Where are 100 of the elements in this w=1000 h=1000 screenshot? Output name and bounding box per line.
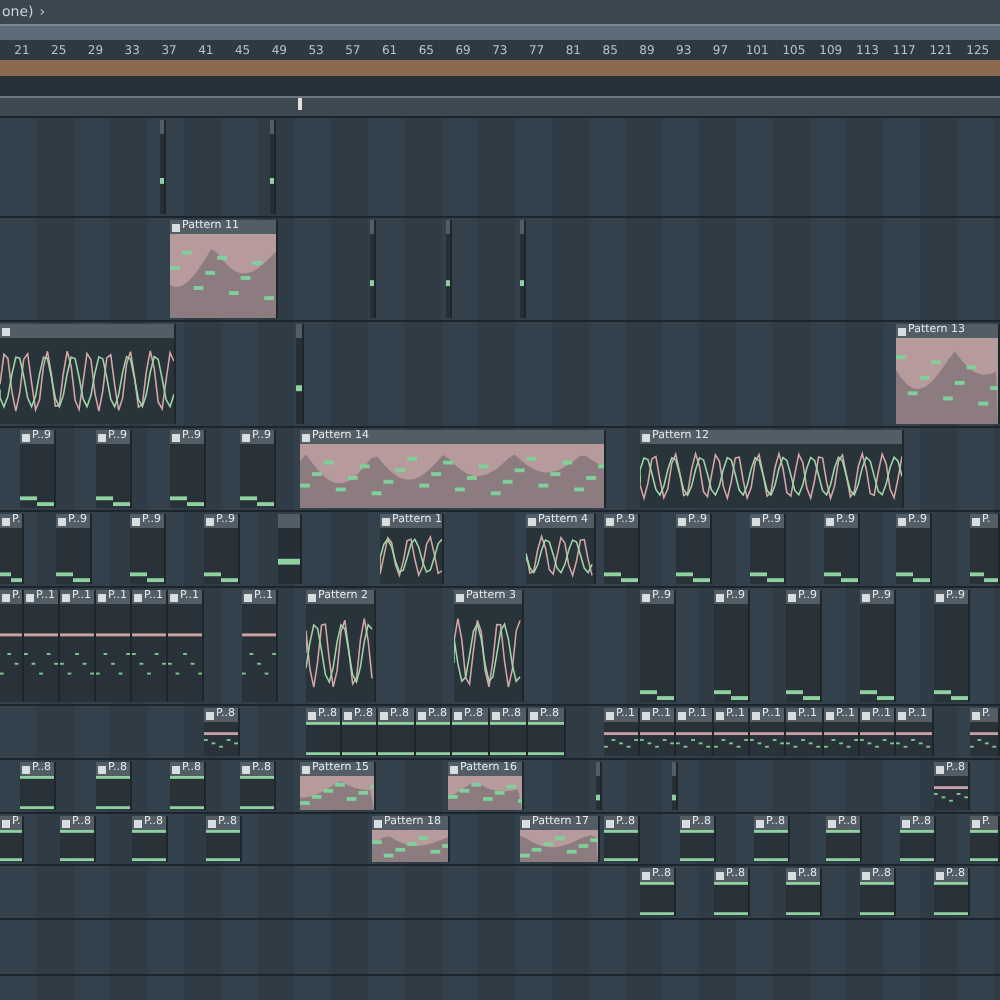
pattern-clip[interactable] (160, 120, 166, 214)
pattern-icon (344, 711, 352, 719)
pattern-icon (716, 711, 724, 719)
note-pattern-drawing (300, 776, 374, 810)
pattern-icon (678, 517, 686, 525)
pattern-icon (642, 711, 650, 719)
pattern-icon (454, 711, 462, 719)
pattern-icon (132, 517, 140, 525)
pattern-icon (972, 711, 980, 719)
pattern-icon (302, 433, 310, 441)
pattern-icon (382, 517, 390, 525)
step-notes-drawing (96, 444, 130, 508)
step-notes-drawing (754, 830, 788, 862)
pattern-icon (606, 517, 614, 525)
pattern-icon (902, 819, 910, 827)
pattern-icon (242, 433, 250, 441)
pattern-icon (898, 327, 906, 335)
pattern-icon (172, 765, 180, 773)
step-notes-drawing (342, 722, 376, 756)
step-notes-drawing (970, 528, 998, 584)
pattern-icon (788, 593, 796, 601)
pattern-icon (642, 593, 650, 601)
pattern-clip[interactable] (520, 220, 526, 318)
step-notes-drawing (60, 830, 94, 862)
pattern-icon (972, 819, 980, 827)
pattern-icon (752, 711, 760, 719)
overview-scrollbar[interactable] (0, 24, 1000, 40)
pattern-icon (98, 433, 106, 441)
step-notes-drawing (452, 722, 488, 756)
pattern-icon (170, 593, 178, 601)
step-notes-drawing (934, 882, 968, 916)
automation-drawing (526, 528, 594, 584)
step-notes-drawing (676, 528, 710, 584)
pattern-icon (2, 819, 10, 827)
automation-drawing (380, 528, 442, 584)
step-notes-drawing (132, 604, 166, 702)
step-notes-drawing (20, 776, 54, 810)
step-notes-drawing (206, 830, 240, 862)
step-notes-drawing (240, 444, 274, 508)
pattern-icon (134, 593, 142, 601)
step-notes-drawing (204, 722, 238, 756)
step-notes-drawing (168, 604, 202, 702)
step-notes-drawing (242, 604, 276, 702)
step-notes-drawing (824, 528, 858, 584)
pattern-icon (936, 765, 944, 773)
pattern-icon (302, 765, 310, 773)
pattern-icon (788, 871, 796, 879)
position-marker[interactable] (298, 98, 302, 110)
step-notes-drawing (56, 528, 90, 584)
step-notes-drawing (640, 882, 674, 916)
pattern-icon (98, 765, 106, 773)
pattern-icon (642, 871, 650, 879)
pattern-icon (134, 819, 142, 827)
pattern-icon (456, 593, 464, 601)
step-notes-drawing (604, 528, 638, 584)
pattern-clip[interactable] (446, 220, 452, 318)
pattern-icon (826, 517, 834, 525)
step-notes-drawing (750, 722, 784, 756)
pattern-icon (642, 433, 650, 441)
pattern-clip[interactable] (278, 514, 302, 584)
pattern-icon (492, 711, 500, 719)
step-notes-drawing (750, 528, 784, 584)
pattern-clip[interactable] (672, 762, 678, 810)
pattern-icon (172, 223, 180, 231)
step-notes-drawing (896, 722, 932, 756)
step-notes-drawing (306, 722, 340, 756)
step-notes-drawing (20, 444, 54, 508)
pattern-icon (98, 593, 106, 601)
pattern-icon (206, 711, 214, 719)
step-notes-drawing (132, 830, 166, 862)
step-notes-drawing (604, 722, 638, 756)
pattern-icon (606, 711, 614, 719)
pattern-icon (22, 765, 30, 773)
pattern-icon (936, 871, 944, 879)
note-pattern-drawing (170, 234, 276, 318)
pattern-icon (418, 711, 426, 719)
note-pattern-drawing (448, 776, 522, 810)
pattern-icon (208, 819, 216, 827)
note-pattern-drawing (896, 338, 998, 424)
pattern-clip[interactable] (596, 762, 602, 810)
pattern-icon (2, 327, 10, 335)
pattern-icon (826, 711, 834, 719)
step-notes-drawing (826, 830, 860, 862)
step-notes-drawing (204, 528, 238, 584)
step-notes-drawing (860, 882, 894, 916)
step-notes-drawing (240, 776, 274, 810)
pattern-icon (530, 711, 538, 719)
step-notes-drawing (378, 722, 414, 756)
step-notes-drawing (0, 830, 22, 862)
pattern-icon (308, 711, 316, 719)
step-notes-drawing (130, 528, 164, 584)
pattern-icon (172, 433, 180, 441)
pattern-icon (308, 593, 316, 601)
pattern-icon (972, 517, 980, 525)
pattern-icon (522, 819, 530, 827)
step-notes-drawing (970, 722, 998, 756)
pattern-icon (898, 517, 906, 525)
pattern-icon (26, 593, 34, 601)
step-notes-drawing (714, 722, 748, 756)
pattern-icon (380, 711, 388, 719)
